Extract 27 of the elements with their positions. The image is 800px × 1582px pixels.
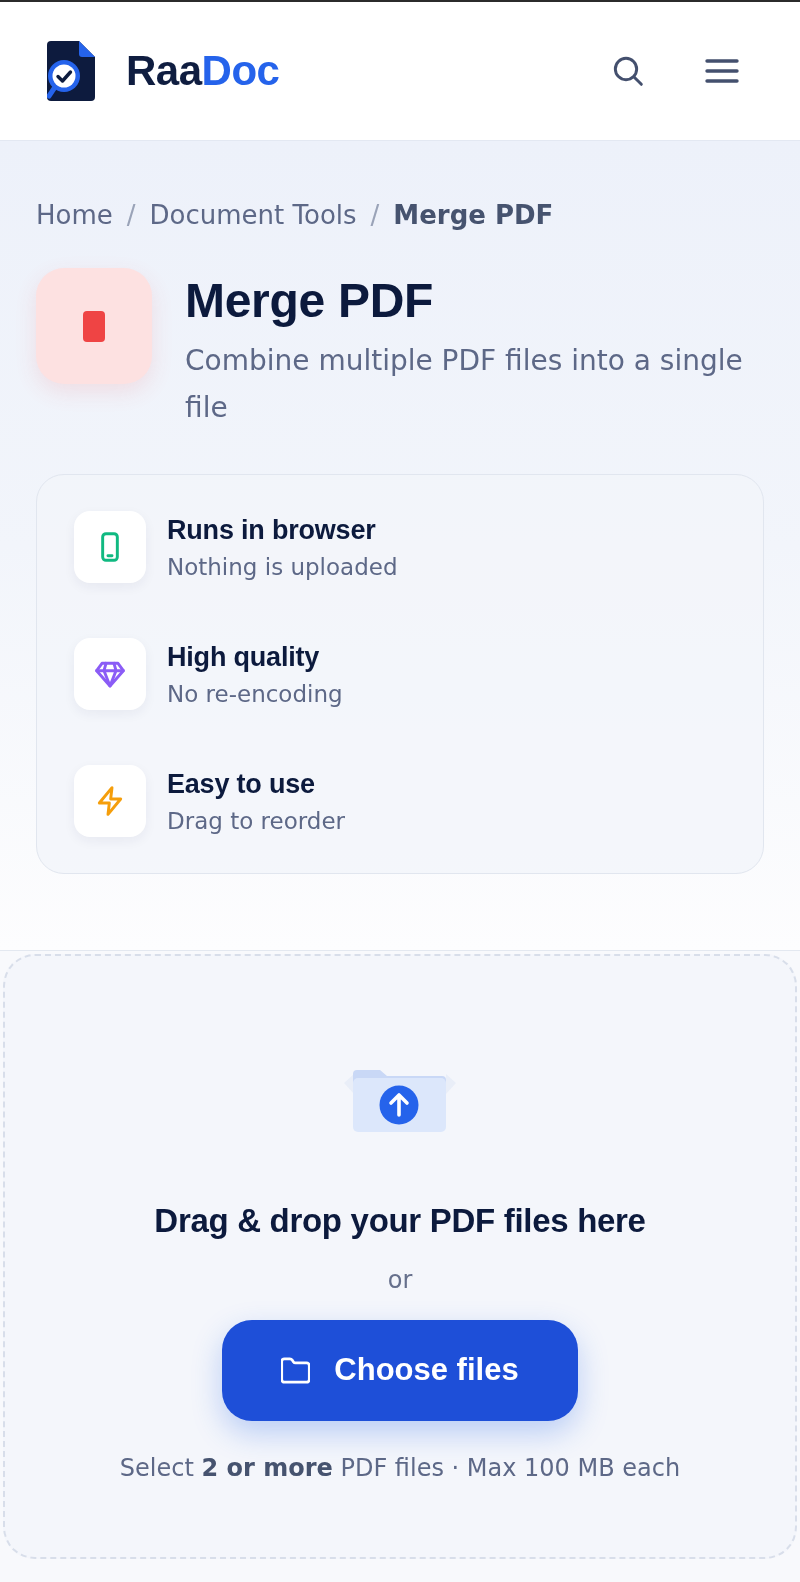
brand-logo-icon[interactable] xyxy=(47,41,95,101)
drop-zone-title: Drag & drop your PDF files here xyxy=(154,1201,646,1241)
page-title: Merge PDF xyxy=(185,273,434,329)
document-icon xyxy=(36,268,152,384)
breadcrumb-link[interactable]: Document Tools xyxy=(149,201,357,229)
brand-name[interactable]: RaaDoc xyxy=(126,47,280,95)
breadcrumb-current: Merge PDF xyxy=(393,201,554,229)
folder-icon xyxy=(281,1357,311,1384)
menu-icon[interactable] xyxy=(705,59,739,83)
upload-hint: Select 2 or more PDF files · Max 100 MB each xyxy=(119,1453,681,1484)
feature-description: No re-encoding xyxy=(167,679,343,709)
feature-title: Easy to use xyxy=(167,767,316,801)
gem-icon xyxy=(74,638,146,710)
lightning-icon xyxy=(74,765,146,837)
feature-description: Nothing is uploaded xyxy=(167,552,398,582)
breadcrumb-link[interactable]: Home xyxy=(36,201,113,229)
feature-description: Drag to reorder xyxy=(167,806,345,836)
page-subtitle: Combine multiple PDF files into a single file xyxy=(185,343,744,426)
search-icon[interactable] xyxy=(612,55,644,87)
breadcrumb-separator: / xyxy=(370,201,380,229)
divider-text: or xyxy=(387,1265,413,1296)
choose-files-button[interactable]: Choose files xyxy=(222,1320,578,1421)
phone-icon xyxy=(74,511,146,583)
drop-zone[interactable]: Drag & drop your PDF files here or Choose files Select 2 or more PDF files · Max 100 MB each xyxy=(3,954,797,1559)
feature-title: High quality xyxy=(167,640,321,674)
breadcrumb-separator: / xyxy=(126,201,136,229)
feature-title: Runs in browser xyxy=(167,513,377,547)
